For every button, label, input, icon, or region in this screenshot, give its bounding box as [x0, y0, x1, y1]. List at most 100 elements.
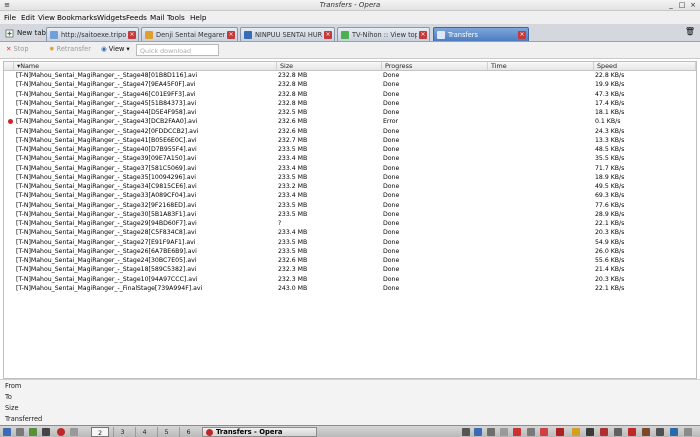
table-row[interactable]: [T-N]Mahou_Sentai_MagiRanger_-_Stage35[1…: [4, 173, 696, 182]
menu-file[interactable]: File: [4, 13, 16, 22]
tray-icon[interactable]: [540, 428, 548, 436]
table-row[interactable]: [T-N]Mahou_Sentai_MagiRanger_-_Stage40[D…: [4, 145, 696, 154]
window-titlebar[interactable]: Transfers - Opera ≡ _ □ ×: [0, 0, 700, 11]
time-cell: [488, 99, 588, 108]
table-row[interactable]: [T-N]Mahou_Sentai_MagiRanger_-_Stage33[A…: [4, 191, 696, 200]
menu-feeds[interactable]: Feeds: [126, 13, 147, 22]
table-row[interactable]: [T-N]Mahou_Sentai_MagiRanger_-_Stage24[3…: [4, 256, 696, 265]
retransfer-button[interactable]: ✹ Retransfer: [49, 45, 91, 53]
tray-icon[interactable]: [527, 428, 535, 436]
tab-tv-nihon[interactable]: TV-Nihon :: View topic ... ×: [337, 27, 430, 41]
table-row[interactable]: [T-N]Mahou_Sentai_MagiRanger_-_Stage34[C…: [4, 182, 696, 191]
task-opera-transfers[interactable]: Transfers - Opera: [202, 427, 317, 437]
table-row[interactable]: [T-N]Mahou_Sentai_MagiRanger_-_Stage27[E…: [4, 238, 696, 247]
file-manager-icon[interactable]: [29, 428, 37, 436]
transfers-list[interactable]: ▾Name Size Progress Time Speed [T-N]Maho…: [3, 61, 697, 379]
tab-transfers[interactable]: Transfers ×: [433, 27, 529, 41]
tray-icon[interactable]: [462, 428, 470, 436]
network-icon[interactable]: [474, 428, 482, 436]
table-row[interactable]: [T-N]Mahou_Sentai_MagiRanger_-_Stage44[D…: [4, 108, 696, 117]
tab-denji-sentai[interactable]: Denji Sentai Megarenj... ×: [141, 27, 238, 41]
tab-ninpuu-sentai[interactable]: NINPUU SENTAI HUR... ×: [240, 27, 335, 41]
tray-icon[interactable]: [600, 428, 608, 436]
tray-icon[interactable]: [642, 428, 650, 436]
speed-cell: 55.6 KB/s: [595, 257, 625, 264]
status-column-header[interactable]: [4, 62, 14, 71]
maximize-icon[interactable]: □: [677, 1, 687, 10]
tab-saitoexe[interactable]: http://saitoexe.tripod.co... ×: [46, 27, 139, 41]
table-row[interactable]: [T-N]Mahou_Sentai_MagiRanger_-_Stage43[D…: [4, 117, 696, 126]
table-row[interactable]: [T-N]Mahou_Sentai_MagiRanger_-_Stage47[9…: [4, 80, 696, 89]
tray-icon[interactable]: [684, 428, 692, 436]
table-row[interactable]: [T-N]Mahou_Sentai_MagiRanger_-_Stage32[9…: [4, 201, 696, 210]
tray-icon[interactable]: [500, 428, 508, 436]
table-row[interactable]: [T-N]Mahou_Sentai_MagiRanger_-_Stage28[C…: [4, 228, 696, 237]
table-row[interactable]: [T-N]Mahou_Sentai_MagiRanger_-_Stage48[0…: [4, 71, 696, 80]
tray-icon[interactable]: [572, 428, 580, 436]
new-tab-button[interactable]: New tab: [2, 26, 50, 40]
table-row[interactable]: [T-N]Mahou_Sentai_MagiRanger_-_Stage41[B…: [4, 136, 696, 145]
workspace-6[interactable]: 6: [179, 427, 197, 437]
workspace-4[interactable]: 4: [135, 427, 153, 437]
column-header-speed[interactable]: Speed: [594, 62, 696, 71]
table-row[interactable]: [T-N]Mahou_Sentai_MagiRanger_-_Stage18[5…: [4, 265, 696, 274]
file-name-cell: [T-N]Mahou_Sentai_MagiRanger_-_Stage29[9…: [16, 220, 197, 227]
close-tab-icon[interactable]: ×: [227, 30, 235, 39]
column-header-name[interactable]: ▾Name: [14, 62, 277, 71]
tray-icon[interactable]: [556, 428, 564, 436]
workspace-5[interactable]: 5: [157, 427, 175, 437]
speed-cell: 49.5 KB/s: [595, 183, 625, 190]
size-cell: 232.3 MB: [278, 275, 308, 283]
start-menu-icon[interactable]: [3, 428, 11, 436]
workspace-3[interactable]: 3: [113, 427, 131, 437]
column-header-size[interactable]: Size: [277, 62, 382, 71]
table-row[interactable]: [T-N]Mahou_Sentai_MagiRanger_-_Stage26[6…: [4, 247, 696, 256]
tray-icon[interactable]: [586, 428, 594, 436]
launcher-icon[interactable]: [70, 428, 78, 436]
tray-icon[interactable]: [656, 428, 664, 436]
close-tab-icon[interactable]: ×: [128, 30, 136, 39]
speed-cell: 18.1 KB/s: [595, 109, 625, 116]
column-header-progress[interactable]: Progress: [382, 62, 488, 71]
tray-icon[interactable]: [628, 428, 636, 436]
close-tab-icon[interactable]: ×: [324, 30, 332, 39]
table-row[interactable]: [T-N]Mahou_Sentai_MagiRanger_-_Stage45[5…: [4, 99, 696, 108]
table-row[interactable]: [T-N]Mahou_Sentai_MagiRanger_-_Stage42[0…: [4, 127, 696, 136]
workspace-2[interactable]: 2: [91, 427, 109, 437]
trash-icon[interactable]: 🗑: [685, 27, 695, 36]
opera-icon[interactable]: [57, 428, 65, 436]
view-button[interactable]: ◉ View ▾: [101, 45, 130, 53]
table-row[interactable]: [T-N]Mahou_Sentai_MagiRanger_-_Stage30[5…: [4, 210, 696, 219]
tray-icon[interactable]: [670, 428, 678, 436]
tray-icon[interactable]: [614, 428, 622, 436]
terminal-icon[interactable]: [16, 428, 24, 436]
new-tab-icon: [5, 29, 14, 37]
menu-help[interactable]: Help: [190, 13, 206, 22]
menu-tools[interactable]: Tools: [167, 13, 185, 22]
table-row[interactable]: [T-N]Mahou_Sentai_MagiRanger_-_Stage10[9…: [4, 275, 696, 284]
table-row[interactable]: [T-N]Mahou_Sentai_MagiRanger_-_FinalStag…: [4, 284, 696, 293]
menu-mail[interactable]: Mail: [150, 13, 165, 22]
size-cell: 233.5 MB: [278, 238, 308, 246]
table-row[interactable]: [T-N]Mahou_Sentai_MagiRanger_-_Stage46[C…: [4, 90, 696, 99]
tray-icon[interactable]: [487, 428, 495, 436]
menu-edit[interactable]: Edit: [21, 13, 35, 22]
time-cell: [488, 265, 588, 274]
menu-widgets[interactable]: Widgets: [97, 13, 126, 22]
stop-button[interactable]: ✕ Stop: [6, 45, 29, 53]
window-title: Transfers - Opera: [319, 1, 381, 9]
tray-icon[interactable]: [513, 428, 521, 436]
menu-view[interactable]: View: [38, 13, 55, 22]
table-row[interactable]: [T-N]Mahou_Sentai_MagiRanger_-_Stage29[9…: [4, 219, 696, 228]
monitor-icon[interactable]: [42, 428, 50, 436]
quick-download-input[interactable]: Quick download: [136, 44, 219, 56]
minimize-icon[interactable]: _: [666, 1, 676, 10]
menu-bookmarks[interactable]: Bookmarks: [57, 13, 97, 22]
close-tab-icon[interactable]: ×: [518, 30, 526, 39]
window-menu-icon[interactable]: ≡: [2, 1, 12, 10]
column-header-time[interactable]: Time: [488, 62, 594, 71]
close-tab-icon[interactable]: ×: [419, 30, 427, 39]
close-window-icon[interactable]: ×: [688, 1, 698, 10]
table-row[interactable]: [T-N]Mahou_Sentai_MagiRanger_-_Stage37[5…: [4, 164, 696, 173]
table-row[interactable]: [T-N]Mahou_Sentai_MagiRanger_-_Stage39[0…: [4, 154, 696, 163]
